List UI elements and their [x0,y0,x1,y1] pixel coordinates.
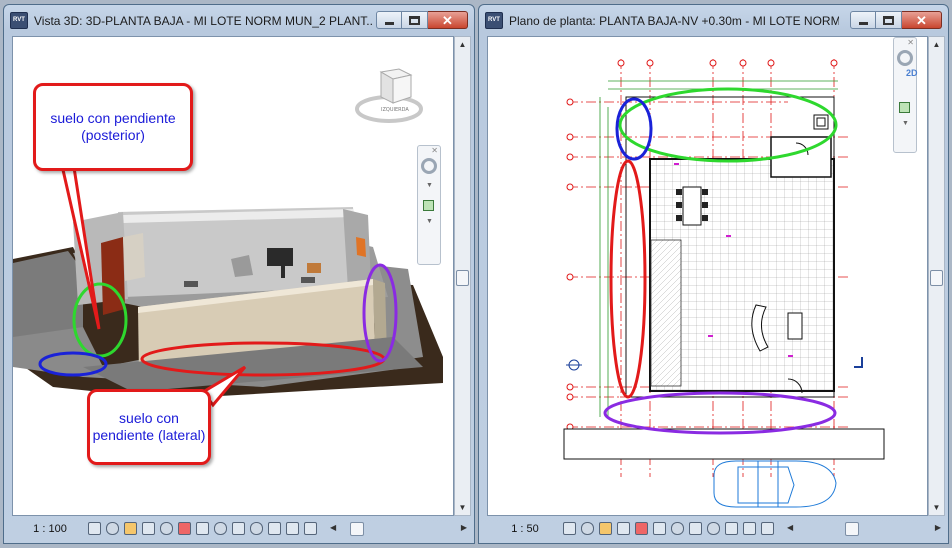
close-icon[interactable]: ✕ [431,146,438,155]
lock-view-icon[interactable] [671,522,684,535]
scroll-up-icon[interactable]: ▲ [929,37,944,52]
show-crop-region-icon[interactable] [653,522,666,535]
vertical-scrollbar[interactable]: ▲ ▼ [454,36,471,516]
maximize-button[interactable] [402,11,428,29]
temporary-hide-icon[interactable] [689,522,702,535]
horizontal-scrollbar[interactable]: ◀ ▶ [785,521,945,537]
callout-lateral-slope-text: suelo con pendiente (lateral) [92,410,206,443]
visual-style-icon[interactable] [581,522,594,535]
render-icon[interactable] [160,522,173,535]
analysis-icon[interactable] [304,522,317,535]
design-options-icon[interactable] [743,522,756,535]
sun-path-icon[interactable] [599,522,612,535]
close-icon[interactable]: ✕ [907,38,914,47]
scroll-right-icon[interactable]: ▶ [461,523,467,532]
close-button[interactable]: ✕ [902,11,942,29]
chevron-down-icon[interactable]: ▼ [902,120,909,127]
scale-selector[interactable]: 1 : 50 [487,523,563,535]
detail-level-icon[interactable] [88,522,101,535]
reveal-hidden-icon[interactable] [707,522,720,535]
vertical-scrollbar[interactable]: ▲ ▼ [928,36,945,516]
3d-viewport[interactable]: IZQUIERDA ✕ ▼ ▼ suelo con pendiente (pos… [12,36,454,516]
minimize-button[interactable] [376,11,402,29]
lock-view-icon[interactable] [214,522,227,535]
chevron-down-icon[interactable]: ▼ [426,218,433,225]
worksharing-icon[interactable] [268,522,281,535]
window-3d-view[interactable]: RVT Vista 3D: 3D-PLANTA BAJA - MI LOTE N… [3,4,475,544]
show-crop-region-icon[interactable] [196,522,209,535]
zoom-icon[interactable] [423,200,434,211]
scroll-left-icon[interactable]: ◀ [787,523,793,532]
close-icon: ✕ [442,12,453,28]
close-button[interactable]: ✕ [428,11,468,29]
view-control-bar: 1 : 50 ◀ ▶ [487,517,945,540]
scroll-thumb[interactable] [350,521,364,536]
shadows-icon[interactable] [142,522,155,535]
revit-app-icon: RVT [485,12,503,29]
scroll-thumb[interactable] [845,521,859,536]
scale-selector[interactable]: 1 : 100 [12,523,88,535]
worksharing-icon[interactable] [725,522,738,535]
steering-wheel-icon[interactable] [421,158,437,174]
maximize-button[interactable] [876,11,902,29]
design-options-icon[interactable] [286,522,299,535]
maximize-icon [883,15,894,25]
zoom-icon[interactable] [899,102,910,113]
detail-level-icon[interactable] [563,522,576,535]
crop-view-icon[interactable] [635,522,648,535]
titlebar-plan[interactable]: RVT Plano de planta: PLANTA BAJA-NV +0.3… [479,5,948,35]
reveal-hidden-icon[interactable] [250,522,263,535]
maximize-icon [409,15,420,25]
navigation-bar-3d[interactable]: ✕ ▼ ▼ [417,145,441,265]
analysis-icon[interactable] [761,522,774,535]
minimize-icon [384,21,394,25]
scroll-right-icon[interactable]: ▶ [935,523,941,532]
horizontal-scrollbar[interactable]: ◀ ▶ [328,521,471,537]
steering-wheel-icon[interactable] [897,50,913,66]
close-icon: ✕ [916,12,927,28]
minimize-icon [858,21,868,25]
callout-rear-slope-text: suelo con pendiente (posterior) [50,110,176,143]
sun-path-icon[interactable] [124,522,137,535]
crop-view-icon[interactable] [178,522,191,535]
window-floor-plan[interactable]: RVT Plano de planta: PLANTA BAJA-NV +0.3… [478,4,949,544]
viewcube-label: IZQUIERDA [381,107,409,113]
window-title-3d: Vista 3D: 3D-PLANTA BAJA - MI LOTE NORM … [34,14,374,28]
plan-viewport[interactable]: ✕ 2D ▼ [487,36,928,516]
callout-lateral-slope: suelo con pendiente (lateral) [87,389,211,465]
callout-rear-slope: suelo con pendiente (posterior) [33,83,193,171]
floor-plan-drawing [563,59,885,508]
2d-wheel-label: 2D [906,68,918,78]
visual-style-icon[interactable] [106,522,119,535]
scroll-thumb[interactable] [930,270,943,286]
scroll-down-icon[interactable]: ▼ [929,500,944,515]
minimize-button[interactable] [850,11,876,29]
view-control-bar: 1 : 100 ◀ ▶ [12,517,471,540]
scroll-down-icon[interactable]: ▼ [455,500,470,515]
scroll-up-icon[interactable]: ▲ [455,37,470,52]
viewcube-icon[interactable]: IZQUIERDA [355,67,423,127]
revit-app-icon: RVT [10,12,28,29]
window-title-plan: Plano de planta: PLANTA BAJA-NV +0.30m -… [509,14,839,28]
shadows-icon[interactable] [617,522,630,535]
scroll-thumb[interactable] [456,270,469,286]
temporary-hide-icon[interactable] [232,522,245,535]
chevron-down-icon[interactable]: ▼ [426,182,433,189]
scroll-left-icon[interactable]: ◀ [330,523,336,532]
titlebar-3d[interactable]: RVT Vista 3D: 3D-PLANTA BAJA - MI LOTE N… [4,5,474,35]
navigation-bar-plan[interactable]: ✕ 2D ▼ [893,37,918,153]
